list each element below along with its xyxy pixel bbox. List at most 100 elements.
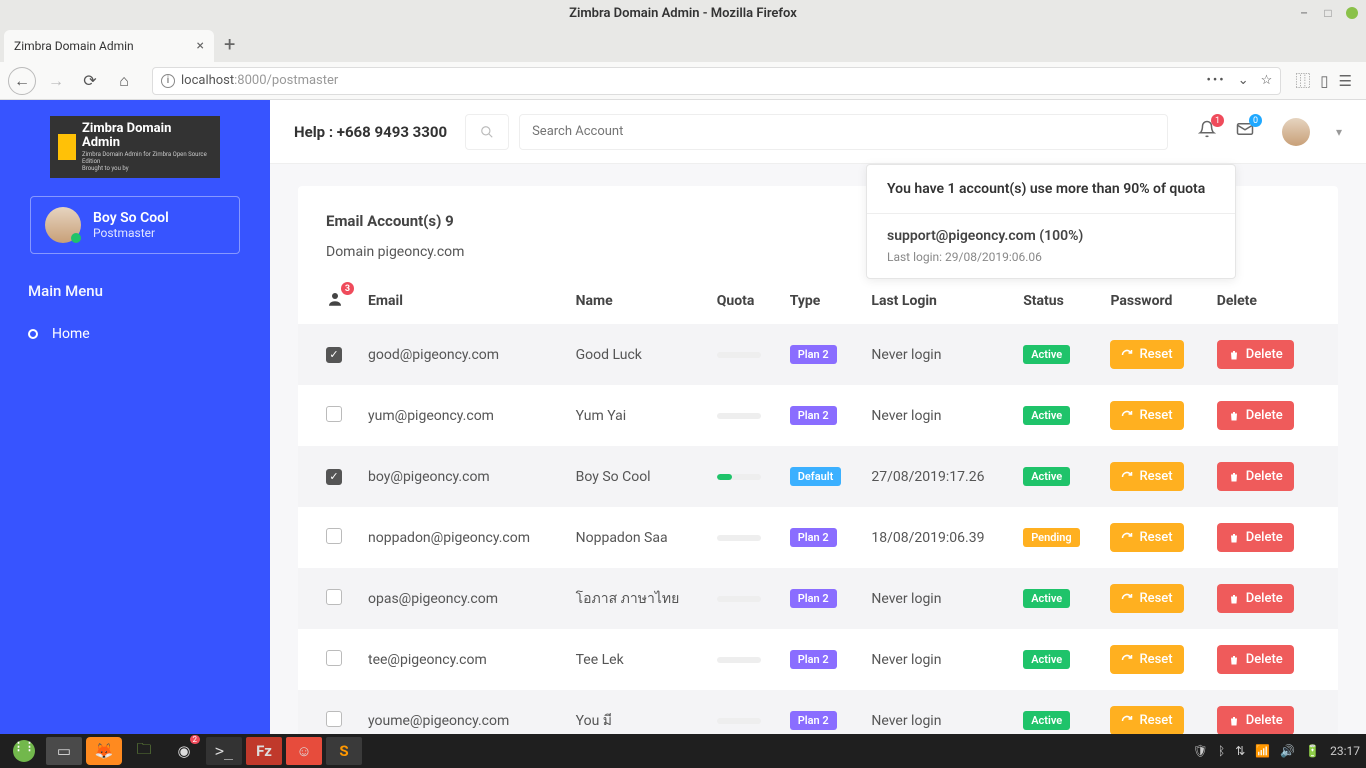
messages-button[interactable]: 0 xyxy=(1236,120,1254,143)
delete-button[interactable]: Delete xyxy=(1217,401,1294,430)
sidebar-icon[interactable]: ▯ xyxy=(1320,72,1328,90)
row-checkbox[interactable] xyxy=(326,528,342,544)
row-checkbox[interactable]: ✓ xyxy=(326,469,342,485)
start-menu-button[interactable]: ⋮⋮ xyxy=(6,737,42,765)
battery-icon[interactable]: 🔋 xyxy=(1305,744,1320,758)
task-firefox[interactable]: 🦊 xyxy=(86,737,122,765)
site-info-icon[interactable]: i xyxy=(161,74,175,88)
col-status: Status xyxy=(1013,278,1100,324)
type-tag: Plan 2 xyxy=(790,650,837,669)
task-chrome[interactable]: ◉2 xyxy=(166,737,202,765)
col-last-login: Last Login xyxy=(861,278,1013,324)
select-column-icon[interactable]: 3 xyxy=(326,290,344,312)
user-avatar xyxy=(45,207,81,243)
library-icon[interactable]: ⿲ xyxy=(1295,70,1310,91)
sidebar-item-home[interactable]: Home xyxy=(0,314,270,354)
wifi-icon[interactable]: 📶 xyxy=(1255,744,1270,758)
delete-button[interactable]: Delete xyxy=(1217,523,1294,552)
cell-name: Yum Yai xyxy=(566,385,707,446)
task-terminal[interactable]: >_ xyxy=(206,737,242,765)
tab-close-icon[interactable]: × xyxy=(197,38,204,54)
popover-head: You have 1 account(s) use more than 90% … xyxy=(867,165,1235,214)
cell-last-login: Never login xyxy=(861,324,1013,385)
cell-name: Boy So Cool xyxy=(566,446,707,507)
app: Zimbra Domain Admin Zimbra Domain Admin … xyxy=(0,100,1366,768)
pocket-icon[interactable]: ⌄ xyxy=(1238,73,1249,88)
minimize-icon[interactable]: – xyxy=(1298,7,1310,19)
network-icon[interactable]: ⇅ xyxy=(1235,744,1245,758)
home-button[interactable]: ⌂ xyxy=(110,67,138,95)
trash-icon xyxy=(1228,349,1240,361)
delete-button[interactable]: Delete xyxy=(1217,340,1294,369)
user-name: Boy So Cool xyxy=(93,210,169,226)
cell-email: good@pigeoncy.com xyxy=(358,324,566,385)
url-bar[interactable]: i localhost:8000/postmaster ••• ⌄ ☆ xyxy=(152,67,1281,95)
reset-button[interactable]: Reset xyxy=(1110,401,1183,430)
back-button[interactable]: ← xyxy=(8,67,36,95)
os-titlebar: Zimbra Domain Admin - Mozilla Firefox – … xyxy=(0,0,1366,26)
reset-button[interactable]: Reset xyxy=(1110,340,1183,369)
search-button[interactable] xyxy=(465,114,509,150)
row-checkbox[interactable] xyxy=(326,711,342,727)
search-input[interactable] xyxy=(519,114,1168,150)
table-row: tee@pigeoncy.comTee LekPlan 2Never login… xyxy=(298,629,1338,690)
cell-email: noppadon@pigeoncy.com xyxy=(358,507,566,568)
person-icon xyxy=(326,290,344,308)
menu-icon[interactable]: ☰ xyxy=(1339,72,1352,90)
forward-button[interactable]: → xyxy=(42,67,70,95)
reset-button[interactable]: Reset xyxy=(1110,645,1183,674)
bluetooth-icon[interactable]: ᛒ xyxy=(1218,744,1225,758)
task-app[interactable]: ☺ xyxy=(286,737,322,765)
reset-button[interactable]: Reset xyxy=(1110,584,1183,613)
chevron-down-icon[interactable]: ▾ xyxy=(1336,125,1342,139)
cell-name: Noppadon Saa xyxy=(566,507,707,568)
delete-button[interactable]: Delete xyxy=(1217,706,1294,735)
tab-title: Zimbra Domain Admin xyxy=(14,39,134,53)
close-icon[interactable] xyxy=(1346,7,1358,19)
cell-last-login: Never login xyxy=(861,568,1013,629)
status-tag: Active xyxy=(1023,345,1070,364)
delete-button[interactable]: Delete xyxy=(1217,462,1294,491)
shield-icon[interactable]: 🛡 xyxy=(1193,744,1208,758)
row-checkbox[interactable] xyxy=(326,650,342,666)
task-files[interactable]: ▭ xyxy=(46,737,82,765)
cell-name: โอภาส ภาษาไทย xyxy=(566,568,707,629)
top-avatar[interactable] xyxy=(1282,118,1310,146)
trash-icon xyxy=(1228,593,1240,605)
reload-button[interactable]: ⟳ xyxy=(76,67,104,95)
maximize-icon[interactable]: □ xyxy=(1322,7,1334,19)
trash-icon xyxy=(1228,471,1240,483)
col-delete: Delete xyxy=(1207,278,1338,324)
quota-bar xyxy=(717,596,761,602)
status-tag: Active xyxy=(1023,711,1070,730)
table-row: ✓boy@pigeoncy.comBoy So CoolDefault27/08… xyxy=(298,446,1338,507)
reset-button[interactable]: Reset xyxy=(1110,462,1183,491)
brand-title: Zimbra Domain Admin xyxy=(82,122,212,151)
user-card[interactable]: Boy So Cool Postmaster xyxy=(30,196,240,254)
new-tab-button[interactable]: + xyxy=(224,32,235,56)
clock[interactable]: 23:17 xyxy=(1330,744,1360,758)
row-checkbox[interactable] xyxy=(326,406,342,422)
notifications-button[interactable]: 1 xyxy=(1198,120,1216,143)
volume-icon[interactable]: 🔊 xyxy=(1280,744,1295,758)
quota-bar xyxy=(717,413,761,419)
col-name: Name xyxy=(566,278,707,324)
task-sublime[interactable]: S xyxy=(326,737,362,765)
delete-button[interactable]: Delete xyxy=(1217,645,1294,674)
delete-button[interactable]: Delete xyxy=(1217,584,1294,613)
row-checkbox[interactable] xyxy=(326,589,342,605)
task-file-manager[interactable]: 🗀 xyxy=(126,737,162,765)
cell-email: yum@pigeoncy.com xyxy=(358,385,566,446)
refresh-icon xyxy=(1121,471,1133,483)
url-path: /postmaster xyxy=(267,73,339,88)
task-filezilla[interactable]: Fz xyxy=(246,737,282,765)
row-checkbox[interactable]: ✓ xyxy=(326,347,342,363)
reset-button[interactable]: Reset xyxy=(1110,706,1183,735)
popover-body[interactable]: support@pigeoncy.com (100%) Last login: … xyxy=(867,214,1235,278)
page-actions-icon[interactable]: ••• xyxy=(1207,73,1226,88)
brand-icon xyxy=(58,134,76,160)
mint-icon: ⋮⋮ xyxy=(13,740,35,762)
reset-button[interactable]: Reset xyxy=(1110,523,1183,552)
browser-tab[interactable]: Zimbra Domain Admin × xyxy=(4,30,214,62)
bookmark-icon[interactable]: ☆ xyxy=(1261,73,1273,88)
